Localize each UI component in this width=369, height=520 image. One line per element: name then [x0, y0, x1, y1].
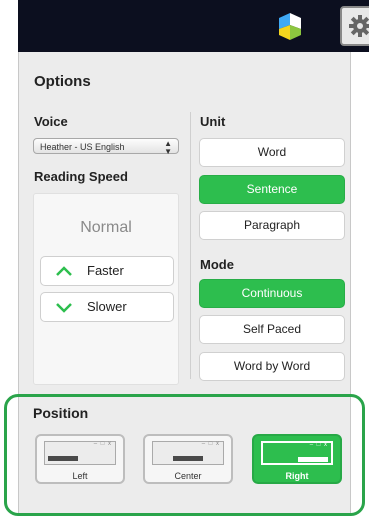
- position-left-button[interactable]: – □ x Left: [35, 434, 125, 484]
- position-center-button[interactable]: – □ x Center: [143, 434, 233, 484]
- reader-bar: [48, 456, 78, 461]
- app-logo-icon[interactable]: [275, 12, 305, 42]
- unit-option-paragraph[interactable]: Paragraph: [199, 211, 345, 240]
- window-controls-icon: – □ x: [93, 441, 112, 447]
- position-center-label: Center: [174, 471, 202, 481]
- toolbar: [18, 0, 369, 52]
- select-arrows-icon: ▲ ▼: [164, 139, 172, 156]
- window-right-icon: – □ x: [261, 441, 333, 465]
- reader-bar: [298, 457, 328, 462]
- window-center-icon: – □ x: [152, 441, 224, 465]
- mode-option-continuous[interactable]: Continuous: [199, 279, 345, 308]
- options-title: Options: [34, 73, 91, 90]
- slower-button[interactable]: Slower: [40, 292, 174, 322]
- position-right-label: Right: [285, 471, 309, 481]
- reading-speed-box: Normal Faster Slower: [33, 193, 179, 385]
- mode-label: Mode: [200, 257, 234, 272]
- gear-icon: [349, 15, 369, 37]
- voice-selected-value: Heather - US English: [40, 142, 125, 152]
- mode-option-self-paced[interactable]: Self Paced: [199, 315, 345, 344]
- window-left-icon: – □ x: [44, 441, 116, 465]
- faster-label: Faster: [87, 263, 124, 278]
- position-right-button[interactable]: – □ x Right: [252, 434, 342, 484]
- reader-bar: [173, 456, 203, 461]
- column-divider: [190, 112, 191, 379]
- faster-button[interactable]: Faster: [40, 256, 174, 286]
- reading-speed-label: Reading Speed: [34, 169, 128, 184]
- window-controls-icon: – □ x: [309, 442, 328, 448]
- chevron-up-icon: [56, 266, 72, 276]
- voice-select[interactable]: Heather - US English ▲ ▼: [33, 138, 179, 156]
- position-label: Position: [33, 405, 89, 421]
- unit-option-sentence[interactable]: Sentence: [199, 175, 345, 204]
- unit-label: Unit: [200, 114, 226, 129]
- window-controls-icon: – □ x: [201, 441, 220, 447]
- settings-button[interactable]: [340, 6, 369, 46]
- reading-speed-value: Normal: [80, 219, 132, 236]
- mode-option-word-by-word[interactable]: Word by Word: [199, 352, 345, 381]
- unit-option-word[interactable]: Word: [199, 138, 345, 167]
- slower-label: Slower: [87, 299, 127, 314]
- voice-label: Voice: [34, 114, 68, 129]
- chevron-down-icon: [56, 303, 72, 313]
- position-left-label: Left: [72, 471, 88, 481]
